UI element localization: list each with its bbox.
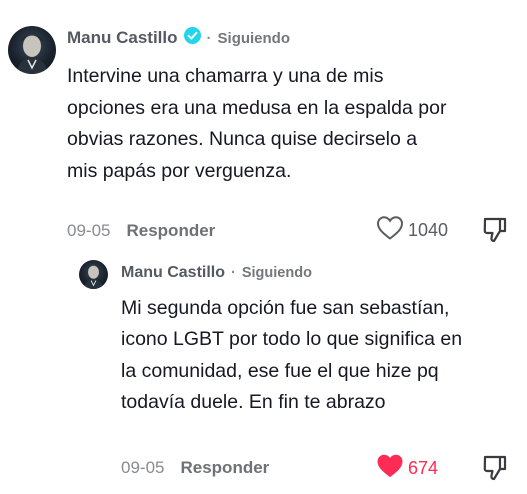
like-count: 1040 bbox=[408, 219, 449, 240]
reply-button[interactable]: Responder bbox=[180, 458, 269, 478]
avatar[interactable] bbox=[8, 26, 56, 74]
reply-item: Manu Castillo · Siguiendo Mi segunda opc… bbox=[0, 250, 527, 494]
author-name[interactable]: Manu Castillo bbox=[121, 264, 225, 282]
heart-outline-icon bbox=[376, 215, 404, 246]
reply-header: Manu Castillo · Siguiendo bbox=[121, 262, 312, 284]
comment-meta: 09-05 Responder bbox=[67, 219, 215, 243]
verified-badge-icon bbox=[183, 27, 201, 49]
like-count: 674 bbox=[408, 457, 439, 478]
separator-dot: · bbox=[206, 29, 212, 47]
reply-meta: 09-05 Responder bbox=[121, 456, 269, 480]
follow-status: Siguiendo bbox=[217, 29, 291, 47]
avatar-image bbox=[16, 35, 48, 74]
comment-date: 09-05 bbox=[67, 221, 111, 240]
comment-item: Manu Castillo · Siguiendo Intervine una … bbox=[0, 0, 527, 250]
reply-date: 09-05 bbox=[121, 458, 165, 477]
follow-status: Siguiendo bbox=[241, 265, 312, 281]
thumbs-down-icon bbox=[482, 217, 508, 248]
dislike-button[interactable] bbox=[482, 216, 508, 249]
heart-filled-icon bbox=[376, 453, 404, 484]
avatar-image bbox=[83, 265, 104, 289]
thumbs-down-icon bbox=[482, 455, 508, 486]
like-button[interactable]: 1040 bbox=[376, 215, 449, 246]
like-button[interactable]: 674 bbox=[376, 454, 438, 482]
comment-text: Intervine una chamarra y una de mis opci… bbox=[67, 65, 447, 182]
avatar[interactable] bbox=[79, 260, 108, 289]
comment-header: Manu Castillo · Siguiendo bbox=[67, 26, 290, 50]
reply-text: Mi segunda opción fue san sebastían, ico… bbox=[121, 297, 463, 413]
separator-dot: · bbox=[231, 265, 236, 281]
dislike-button[interactable] bbox=[482, 454, 508, 487]
reply-button[interactable]: Responder bbox=[126, 221, 215, 241]
author-name[interactable]: Manu Castillo bbox=[67, 28, 178, 48]
